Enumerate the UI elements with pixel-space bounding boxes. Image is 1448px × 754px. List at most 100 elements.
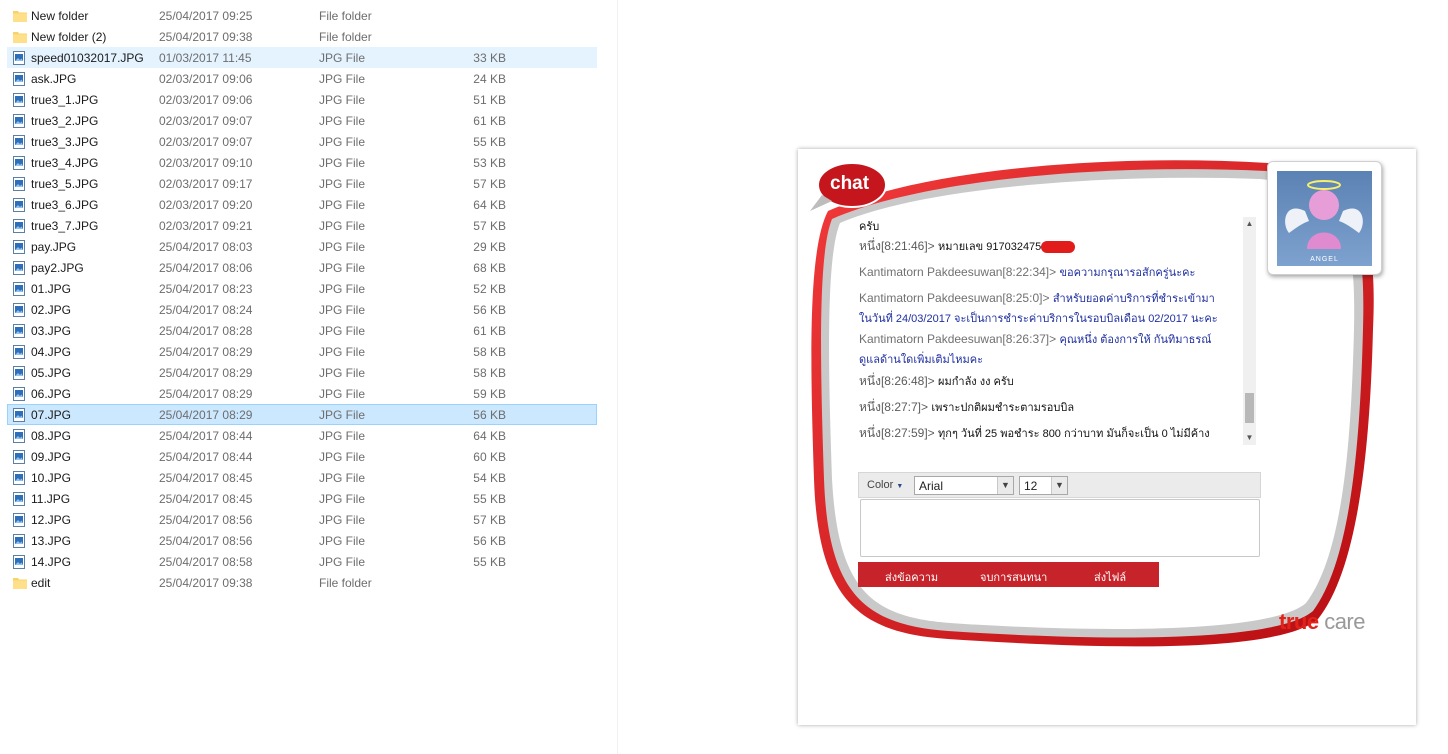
message-text: ผมกำลัง งง ครับ	[938, 376, 1014, 388]
file-row[interactable]: New folder (2) 25/04/2017 09:38 File folde…	[7, 26, 597, 47]
file-row[interactable]: 08.JPG 25/04/2017 08:44 JPG File 64 KB	[7, 425, 597, 446]
message-text: ดูแลด้านใดเพิ่มเติมไหมคะ	[859, 354, 984, 366]
file-name: 11.JPG	[31, 492, 71, 506]
file-size: 64 KB	[473, 198, 506, 212]
file-row[interactable]: 05.JPG 25/04/2017 08:29 JPG File 58 KB	[7, 362, 597, 383]
file-name: pay2.JPG	[31, 261, 84, 275]
file-name: 08.JPG	[31, 429, 72, 443]
file-type: JPG File	[319, 324, 366, 338]
file-type: JPG File	[319, 72, 366, 86]
image-file-icon	[13, 450, 25, 464]
file-type: JPG File	[319, 534, 366, 548]
file-size: 56 KB	[473, 534, 506, 548]
end-chat-button[interactable]: จบการสนทนา	[980, 568, 1047, 586]
file-date-modified: 02/03/2017 09:07	[159, 135, 253, 149]
file-size: 55 KB	[473, 492, 506, 506]
file-row[interactable]: 12.JPG 25/04/2017 08:56 JPG File 57 KB	[7, 509, 597, 530]
file-date-modified: 02/03/2017 09:21	[159, 219, 253, 233]
file-row[interactable]: ask.JPG 02/03/2017 09:06 JPG File 24 KB	[7, 68, 597, 89]
file-row[interactable]: pay.JPG 25/04/2017 08:03 JPG File 29 KB	[7, 236, 597, 257]
file-type: File folder	[319, 576, 372, 590]
file-row[interactable]: 02.JPG 25/04/2017 08:24 JPG File 56 KB	[7, 299, 597, 320]
file-type: JPG File	[319, 219, 366, 233]
file-type: JPG File	[319, 93, 366, 107]
file-row[interactable]: true3_5.JPG 02/03/2017 09:17 JPG File 57 KB	[7, 173, 597, 194]
font-size-select[interactable]: 12 ▼	[1019, 476, 1068, 495]
send-file-button[interactable]: ส่งไฟล์	[1094, 568, 1126, 586]
redaction-mark	[1041, 240, 1076, 253]
file-type: File folder	[319, 9, 372, 23]
file-type: JPG File	[319, 240, 366, 254]
file-name: 10.JPG	[31, 471, 72, 485]
file-row[interactable]: 09.JPG 25/04/2017 08:44 JPG File 60 KB	[7, 446, 597, 467]
file-row[interactable]: 04.JPG 25/04/2017 08:29 JPG File 58 KB	[7, 341, 597, 362]
file-row[interactable]: true3_6.JPG 02/03/2017 09:20 JPG File 64 KB	[7, 194, 597, 215]
file-row[interactable]: speed01032017.JPG 01/03/2017 11:45 JPG Fil…	[7, 47, 597, 68]
file-date-modified: 25/04/2017 08:58	[159, 555, 253, 569]
file-row[interactable]: 13.JPG 25/04/2017 08:56 JPG File 56 KB	[7, 530, 597, 551]
image-file-icon	[13, 471, 25, 485]
file-row[interactable]: 06.JPG 25/04/2017 08:29 JPG File 59 KB	[7, 383, 597, 404]
image-file-icon	[13, 114, 25, 128]
file-size: 64 KB	[473, 429, 506, 443]
chat-message: หนึ่ง[8:21:46]> หมายเลข 917032475	[859, 237, 1244, 257]
file-name: 13.JPG	[31, 534, 72, 548]
image-file-icon	[13, 429, 25, 443]
file-name: true3_3.JPG	[31, 135, 99, 149]
message-text: ขอความกรุณารอสักครู่นะคะ	[1059, 267, 1196, 279]
message-input[interactable]	[860, 499, 1260, 557]
image-file-icon	[13, 303, 25, 317]
color-picker-button[interactable]: Color ▼	[867, 479, 903, 491]
font-size-value: 12	[1024, 479, 1038, 493]
file-type: JPG File	[319, 492, 366, 506]
font-select[interactable]: Arial ▼	[914, 476, 1014, 495]
file-type: JPG File	[319, 261, 366, 275]
file-row[interactable]: 03.JPG 25/04/2017 08:28 JPG File 61 KB	[7, 320, 597, 341]
file-size: 56 KB	[473, 303, 506, 317]
file-type: JPG File	[319, 387, 366, 401]
file-type: JPG File	[319, 135, 366, 149]
file-row[interactable]: edit 25/04/2017 09:38 File folder	[7, 572, 597, 593]
font-value: Arial	[919, 479, 944, 493]
send-message-button[interactable]: ส่งข้อความ	[885, 568, 938, 586]
scroll-thumb[interactable]	[1245, 393, 1254, 423]
image-file-icon	[13, 324, 25, 338]
scroll-down-arrow-icon[interactable]: ▼	[1243, 431, 1256, 445]
file-row[interactable]: 10.JPG 25/04/2017 08:45 JPG File 54 KB	[7, 467, 597, 488]
file-row[interactable]: pay2.JPG 25/04/2017 08:06 JPG File 68 KB	[7, 257, 597, 278]
image-file-icon	[13, 366, 25, 380]
file-size: 61 KB	[473, 324, 506, 338]
file-row[interactable]: 01.JPG 25/04/2017 08:23 JPG File 52 KB	[7, 278, 597, 299]
image-file-icon	[13, 261, 25, 275]
file-row[interactable]: true3_3.JPG 02/03/2017 09:07 JPG File 55 KB	[7, 131, 597, 152]
transcript-scrollbar[interactable]: ▲ ▼	[1243, 217, 1256, 445]
file-row[interactable]: 14.JPG 25/04/2017 08:58 JPG File 55 KB	[7, 551, 597, 572]
file-date-modified: 25/04/2017 08:44	[159, 450, 253, 464]
chat-message: หนึ่ง[8:27:7]> เพราะปกติผมชำระตามรอบบิล	[859, 398, 1244, 418]
file-name: speed01032017.JPG	[31, 51, 144, 65]
image-file-icon	[13, 93, 25, 107]
file-size: 60 KB	[473, 450, 506, 464]
file-size: 52 KB	[473, 282, 506, 296]
file-list: New folder 25/04/2017 09:25 File folder New…	[0, 0, 618, 754]
folder-icon	[13, 11, 27, 22]
image-file-icon	[13, 198, 25, 212]
file-date-modified: 25/04/2017 08:28	[159, 324, 253, 338]
file-name: 12.JPG	[31, 513, 72, 527]
file-row[interactable]: 07.JPG 25/04/2017 08:29 JPG File 56 KB	[7, 404, 597, 425]
file-row[interactable]: true3_4.JPG 02/03/2017 09:10 JPG File 53 KB	[7, 152, 597, 173]
image-file-icon	[13, 156, 25, 170]
file-name: 09.JPG	[31, 450, 72, 464]
file-type: JPG File	[319, 429, 366, 443]
file-row[interactable]: New folder 25/04/2017 09:25 File folder	[7, 5, 597, 26]
file-size: 29 KB	[473, 240, 506, 254]
file-size: 58 KB	[473, 366, 506, 380]
file-name: true3_1.JPG	[31, 93, 99, 107]
file-row[interactable]: true3_1.JPG 02/03/2017 09:06 JPG File 51 KB	[7, 89, 597, 110]
file-row[interactable]: true3_7.JPG 02/03/2017 09:21 JPG File 57 KB	[7, 215, 597, 236]
file-row[interactable]: true3_2.JPG 02/03/2017 09:07 JPG File 61 KB	[7, 110, 597, 131]
file-type: File folder	[319, 30, 372, 44]
file-row[interactable]: 11.JPG 25/04/2017 08:45 JPG File 55 KB	[7, 488, 597, 509]
agent-avatar: ANGEL	[1267, 161, 1382, 275]
scroll-up-arrow-icon[interactable]: ▲	[1243, 217, 1256, 231]
